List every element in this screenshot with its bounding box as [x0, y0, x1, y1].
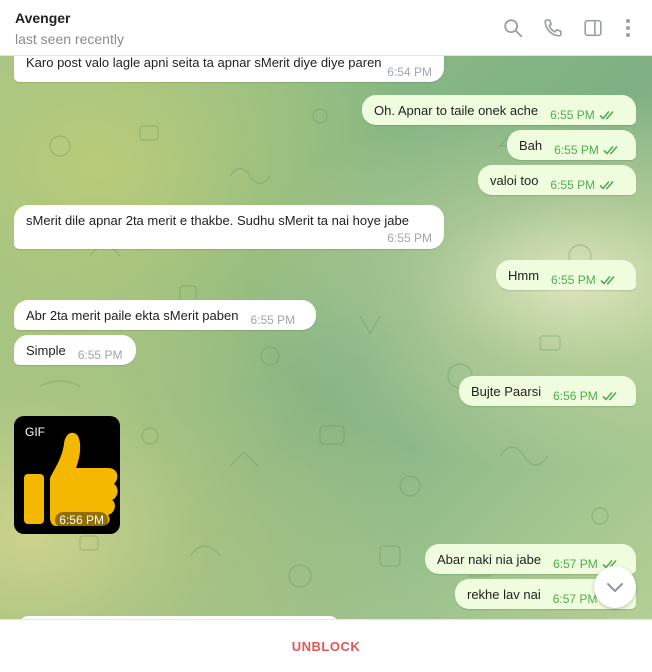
message-time: 6:55 PM — [387, 231, 432, 245]
gif-message[interactable]: GIF 6:56 PM — [14, 416, 120, 534]
message-text: Bah — [519, 137, 543, 153]
message-text: Abr 2ta merit paile ekta sMerit paben — [26, 307, 239, 323]
message-bubble-incoming[interactable]: Karo post valo lagle apni seita ta apnar… — [14, 56, 444, 82]
message-text: Abar naki nia jabe — [437, 551, 542, 567]
message-text: Bujte Paarsi — [471, 383, 542, 399]
message-bubble-outgoing[interactable]: Bah 6:55 PM — [507, 130, 636, 160]
chat-title[interactable]: Avenger — [15, 10, 71, 26]
message-time: 6:55 PM — [250, 313, 296, 327]
double-check-icon — [602, 390, 620, 402]
message-bubble-outgoing[interactable]: Oh. Apnar to taile onek ache 6:55 PM — [362, 95, 636, 125]
gif-badge: GIF — [25, 425, 45, 439]
message-bubble-incoming[interactable]: sMerit dile apnar 2ta merit e thakbe. Su… — [14, 205, 444, 249]
double-check-icon — [599, 179, 617, 191]
chat-header: Avenger last seen recently — [0, 0, 652, 56]
message-time: 6:55 PM — [551, 273, 596, 287]
chevron-down-icon — [607, 583, 623, 592]
chat-status: last seen recently — [15, 31, 124, 47]
message-text: valoi too — [490, 172, 539, 188]
message-text: Oh. Apnar to taile onek ache — [374, 102, 539, 118]
message-text: Hmm — [508, 267, 540, 283]
double-check-icon — [600, 274, 618, 286]
scroll-down-button[interactable] — [594, 566, 636, 608]
sidebar-toggle-icon[interactable] — [582, 17, 604, 39]
message-time: 6:54 PM — [387, 65, 432, 79]
more-vertical-icon[interactable] — [617, 17, 637, 39]
message-bubble-incoming[interactable]: Simple 6:55 PM — [14, 335, 136, 365]
message-text: rekhe lav nai — [467, 586, 541, 602]
search-icon[interactable] — [502, 17, 524, 39]
message-bubble-outgoing[interactable]: valoi too 6:55 PM — [478, 165, 636, 195]
message-time: 6:55 PM — [550, 108, 595, 122]
bottom-action-bar: UNBLOCK — [0, 619, 652, 672]
message-time: 6:56 PM — [55, 512, 108, 528]
unblock-button[interactable]: UNBLOCK — [292, 639, 361, 654]
message-bubble-outgoing[interactable]: Bujte Paarsi 6:56 PM — [459, 376, 636, 406]
message-text: sMerit dile apnar 2ta merit e thakbe. Su… — [26, 213, 409, 228]
double-check-icon — [603, 144, 621, 156]
double-check-icon — [599, 109, 617, 121]
chat-messages-area[interactable]: Karo post valo lagle apni seita ta apnar… — [0, 56, 652, 619]
message-time: 6:57 PM — [552, 592, 598, 606]
message-text: Karo post valo lagle apni seita ta apnar… — [26, 56, 382, 70]
message-time: 6:57 PM — [553, 557, 598, 571]
message-text: Simple — [26, 342, 66, 358]
message-bubble-incoming[interactable]: Abr 2ta merit paile ekta sMerit paben 6:… — [14, 300, 316, 330]
message-time: 6:55 PM — [554, 143, 599, 157]
message-time: 6:55 PM — [77, 348, 123, 362]
message-time: 6:55 PM — [550, 178, 596, 192]
message-bubble-outgoing[interactable]: Hmm 6:55 PM — [496, 260, 636, 290]
message-time: 6:56 PM — [553, 389, 598, 403]
phone-icon[interactable] — [542, 17, 564, 39]
